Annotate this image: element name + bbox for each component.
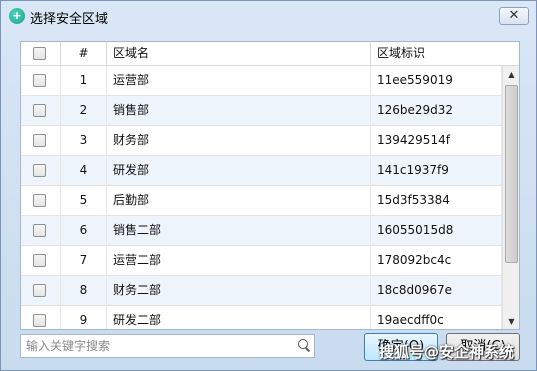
column-header-zone-id[interactable]: 区域标识 xyxy=(371,42,519,65)
row-zone-id: 178092bc4c xyxy=(371,246,502,275)
table-row[interactable]: 8 财务二部 18c8d0967e xyxy=(21,276,502,306)
row-zone-id: 11ee559019 xyxy=(371,66,502,95)
table-row[interactable]: 1 运营部 11ee559019 xyxy=(21,66,502,96)
row-number: 9 xyxy=(61,306,107,329)
row-zone-name: 销售二部 xyxy=(107,216,371,245)
row-zone-id: 141c1937f9 xyxy=(371,156,502,185)
row-zone-id: 126be29d32 xyxy=(371,96,502,125)
row-zone-id: 19aecdff0c xyxy=(371,306,502,329)
search-input[interactable] xyxy=(21,335,293,357)
row-zone-id: 139429514f xyxy=(371,126,502,155)
row-checkbox[interactable] xyxy=(33,74,46,87)
row-checkbox[interactable] xyxy=(33,164,46,177)
title-bar[interactable]: + 选择安全区域 ✕ xyxy=(1,1,536,31)
row-number: 6 xyxy=(61,216,107,245)
row-zone-name: 财务二部 xyxy=(107,276,371,305)
dialog-title: 选择安全区域 xyxy=(30,12,109,27)
row-number: 2 xyxy=(61,96,107,125)
scroll-up-arrow-icon[interactable]: ▲ xyxy=(503,66,519,83)
row-select-cell xyxy=(21,306,61,329)
select-all-checkbox[interactable] xyxy=(33,47,46,60)
row-checkbox[interactable] xyxy=(33,254,46,267)
row-zone-id: 16055015d8 xyxy=(371,216,502,245)
column-header-zone-name[interactable]: 区域名 xyxy=(107,42,371,65)
search-box xyxy=(20,334,315,358)
table-header: # 区域名 区域标识 xyxy=(21,42,519,66)
row-zone-name: 运营部 xyxy=(107,66,371,95)
close-button[interactable]: ✕ xyxy=(499,7,529,25)
scroll-down-arrow-icon[interactable]: ▼ xyxy=(503,313,519,329)
row-zone-name: 销售部 xyxy=(107,96,371,125)
app-icon: + xyxy=(9,8,25,24)
row-number: 1 xyxy=(61,66,107,95)
select-security-zone-dialog: + 选择安全区域 ✕ # 区域名 区域标识 1 运营部 11ee559019 2 销售部… xyxy=(0,0,537,371)
row-zone-name: 研发部 xyxy=(107,156,371,185)
row-select-cell xyxy=(21,276,61,305)
row-checkbox[interactable] xyxy=(33,284,46,297)
row-number: 8 xyxy=(61,276,107,305)
row-zone-name: 研发二部 xyxy=(107,306,371,329)
row-checkbox[interactable] xyxy=(33,194,46,207)
column-header-number[interactable]: # xyxy=(61,42,107,65)
row-number: 5 xyxy=(61,186,107,215)
row-zone-name: 财务部 xyxy=(107,126,371,155)
zone-table: # 区域名 区域标识 1 运营部 11ee559019 2 销售部 126be29d32 3… xyxy=(20,41,520,330)
row-number: 3 xyxy=(61,126,107,155)
table-row[interactable]: 5 后勤部 15d3f53384 xyxy=(21,186,502,216)
table-row[interactable]: 6 销售二部 16055015d8 xyxy=(21,216,502,246)
row-select-cell xyxy=(21,216,61,245)
row-number: 7 xyxy=(61,246,107,275)
row-checkbox[interactable] xyxy=(33,224,46,237)
row-select-cell xyxy=(21,246,61,275)
row-zone-id: 18c8d0967e xyxy=(371,276,502,305)
row-checkbox[interactable] xyxy=(33,104,46,117)
row-select-cell xyxy=(21,126,61,155)
row-checkbox[interactable] xyxy=(33,314,46,327)
table-row[interactable]: 2 销售部 126be29d32 xyxy=(21,96,502,126)
row-select-cell xyxy=(21,96,61,125)
close-icon: ✕ xyxy=(508,8,520,23)
row-number: 4 xyxy=(61,156,107,185)
header-select-all xyxy=(21,42,61,65)
vertical-scrollbar[interactable]: ▲ ▼ xyxy=(502,66,519,329)
search-icon[interactable] xyxy=(296,338,312,354)
table-row[interactable]: 7 运营二部 178092bc4c xyxy=(21,246,502,276)
row-select-cell xyxy=(21,186,61,215)
row-checkbox[interactable] xyxy=(33,134,46,147)
row-select-cell xyxy=(21,156,61,185)
table-row[interactable]: 4 研发部 141c1937f9 xyxy=(21,156,502,186)
table-row[interactable]: 3 财务部 139429514f xyxy=(21,126,502,156)
table-row[interactable]: 9 研发二部 19aecdff0c xyxy=(21,306,502,329)
row-zone-name: 后勤部 xyxy=(107,186,371,215)
row-select-cell xyxy=(21,66,61,95)
row-zone-name: 运营二部 xyxy=(107,246,371,275)
watermark-text: 搜狐号@安企神系统 xyxy=(379,343,515,361)
row-zone-id: 15d3f53384 xyxy=(371,186,502,215)
scroll-thumb[interactable] xyxy=(505,85,518,263)
table-body: 1 运营部 11ee559019 2 销售部 126be29d32 3 财务部 13942951… xyxy=(21,66,502,329)
